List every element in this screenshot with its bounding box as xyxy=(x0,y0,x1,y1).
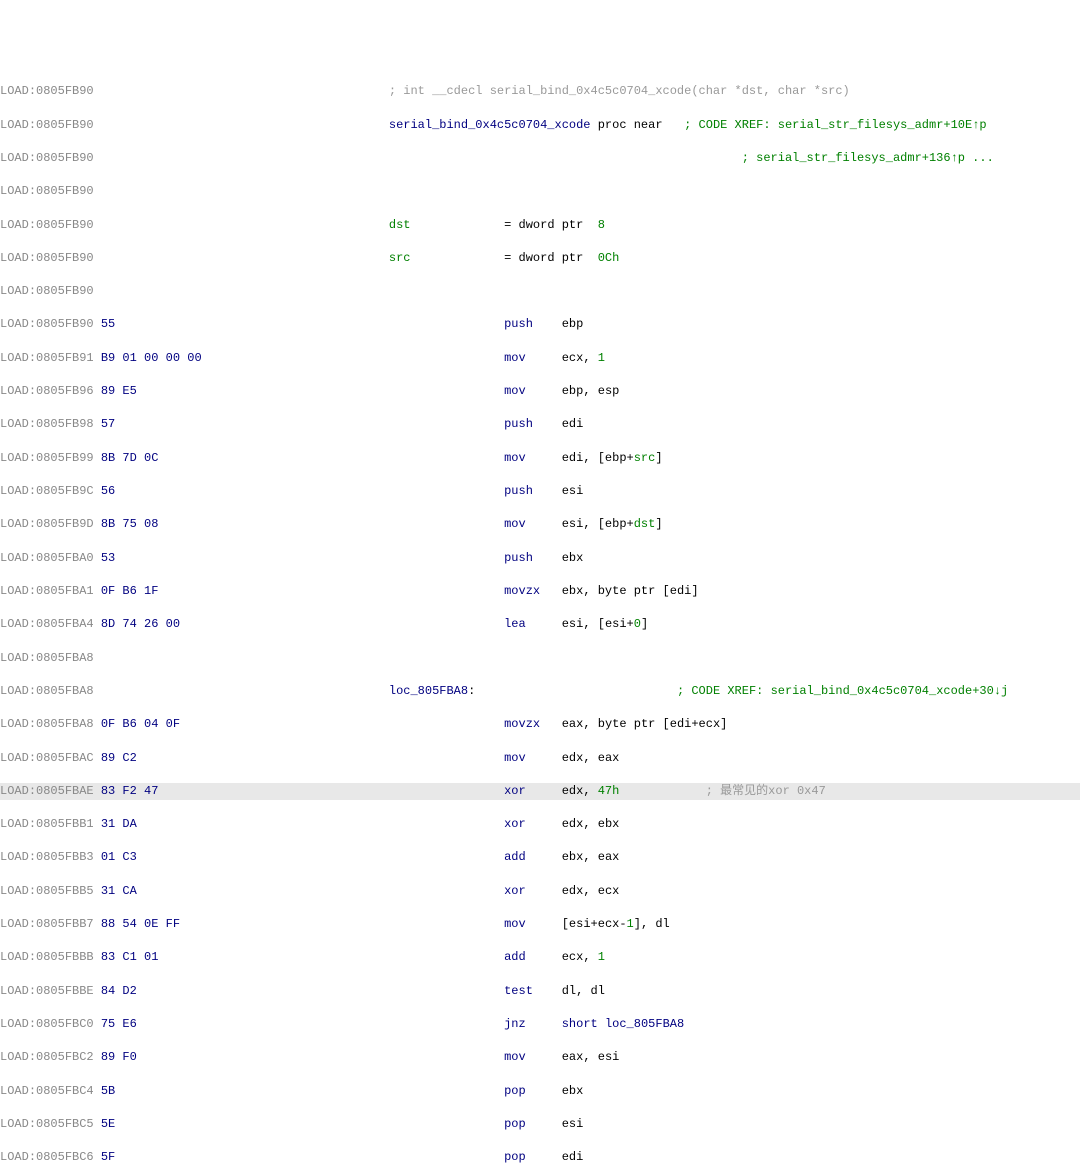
disasm-line[interactable]: LOAD:0805FBC5 5E pop esi xyxy=(0,1116,1080,1133)
disasm-line[interactable]: LOAD:0805FBA0 53 push ebx xyxy=(0,550,1080,567)
disasm-line[interactable]: LOAD:0805FB90 dst = dword ptr 8 xyxy=(0,217,1080,234)
loop-label: loc_805FBA8 xyxy=(389,684,468,698)
disasm-line[interactable]: LOAD:0805FB9C 56 push esi xyxy=(0,483,1080,500)
disasm-line[interactable]: LOAD:0805FBBE 84 D2 test dl, dl xyxy=(0,983,1080,1000)
jump-target: loc_805FBA8 xyxy=(605,1017,684,1031)
disasm-line[interactable]: LOAD:0805FBA1 0F B6 1F movzx ebx, byte p… xyxy=(0,583,1080,600)
disasm-line[interactable]: LOAD:0805FB91 B9 01 00 00 00 mov ecx, 1 xyxy=(0,350,1080,367)
disassembly-listing[interactable]: LOAD:0805FB90 ; int __cdecl serial_bind_… xyxy=(0,67,1080,1166)
xor-comment: ; 最常见的xor 0x47 xyxy=(706,784,826,798)
disasm-line-selected[interactable]: LOAD:0805FBAE 83 F2 47 xor edx, 47h ; 最常… xyxy=(0,783,1080,800)
disasm-line[interactable]: LOAD:0805FBC0 75 E6 jnz short loc_805FBA… xyxy=(0,1016,1080,1033)
code-xref: ; serial_str_filesys_admr+136↑p ... xyxy=(742,151,994,165)
disasm-line[interactable]: LOAD:0805FB90 serial_bind_0x4c5c0704_xco… xyxy=(0,117,1080,134)
disasm-line[interactable]: LOAD:0805FBA4 8D 74 26 00 lea esi, [esi+… xyxy=(0,616,1080,633)
disasm-line[interactable]: LOAD:0805FBB1 31 DA xor edx, ebx xyxy=(0,816,1080,833)
disasm-line[interactable]: LOAD:0805FB90 xyxy=(0,183,1080,200)
address: :0805FB90 xyxy=(29,84,94,98)
disasm-line[interactable]: LOAD:0805FB90 xyxy=(0,283,1080,300)
operands: ebp xyxy=(562,317,584,331)
disasm-line[interactable]: LOAD:0805FBA8 loc_805FBA8: ; CODE XREF: … xyxy=(0,683,1080,700)
disasm-line[interactable]: LOAD:0805FB96 89 E5 mov ebp, esp xyxy=(0,383,1080,400)
disasm-line[interactable]: LOAD:0805FBC2 89 F0 mov eax, esi xyxy=(0,1049,1080,1066)
disasm-line[interactable]: LOAD:0805FBB3 01 C3 add ebx, eax xyxy=(0,849,1080,866)
disasm-line[interactable]: LOAD:0805FBC6 5F pop edi xyxy=(0,1149,1080,1166)
disasm-line[interactable]: LOAD:0805FBB5 31 CA xor edx, ecx xyxy=(0,883,1080,900)
disasm-line[interactable]: LOAD:0805FB90 55 push ebp xyxy=(0,316,1080,333)
disasm-line[interactable]: LOAD:0805FB90 ; int __cdecl serial_bind_… xyxy=(0,83,1080,100)
disasm-line[interactable]: LOAD:0805FBA8 xyxy=(0,650,1080,667)
arg-dst: dst xyxy=(389,218,411,232)
proc-name: serial_bind_0x4c5c0704_xcode xyxy=(389,118,591,132)
mnemonic: push xyxy=(504,317,533,331)
disasm-line[interactable]: LOAD:0805FBC4 5B pop ebx xyxy=(0,1083,1080,1100)
disasm-line[interactable]: LOAD:0805FB9D 8B 75 08 mov esi, [ebp+dst… xyxy=(0,516,1080,533)
disasm-line[interactable]: LOAD:0805FB98 57 push edi xyxy=(0,416,1080,433)
segment: LOAD xyxy=(0,84,29,98)
disasm-line[interactable]: LOAD:0805FBAC 89 C2 mov edx, eax xyxy=(0,750,1080,767)
signature-comment: ; int __cdecl serial_bind_0x4c5c0704_xco… xyxy=(389,84,850,98)
bytes: 55 xyxy=(101,317,115,331)
disasm-line[interactable]: LOAD:0805FBBB 83 C1 01 add ecx, 1 xyxy=(0,949,1080,966)
code-xref: ; CODE XREF: serial_bind_0x4c5c0704_xcod… xyxy=(677,684,1008,698)
disasm-line[interactable]: LOAD:0805FB90 src = dword ptr 0Ch xyxy=(0,250,1080,267)
disasm-line[interactable]: LOAD:0805FBB7 88 54 0E FF mov [esi+ecx-1… xyxy=(0,916,1080,933)
disasm-line[interactable]: LOAD:0805FB99 8B 7D 0C mov edi, [ebp+src… xyxy=(0,450,1080,467)
code-xref: ; CODE XREF: serial_str_filesys_admr+10E… xyxy=(684,118,986,132)
arg-src: src xyxy=(389,251,411,265)
disasm-line[interactable]: LOAD:0805FBA8 0F B6 04 0F movzx eax, byt… xyxy=(0,716,1080,733)
disasm-line[interactable]: LOAD:0805FB90 ; serial_str_filesys_admr+… xyxy=(0,150,1080,167)
